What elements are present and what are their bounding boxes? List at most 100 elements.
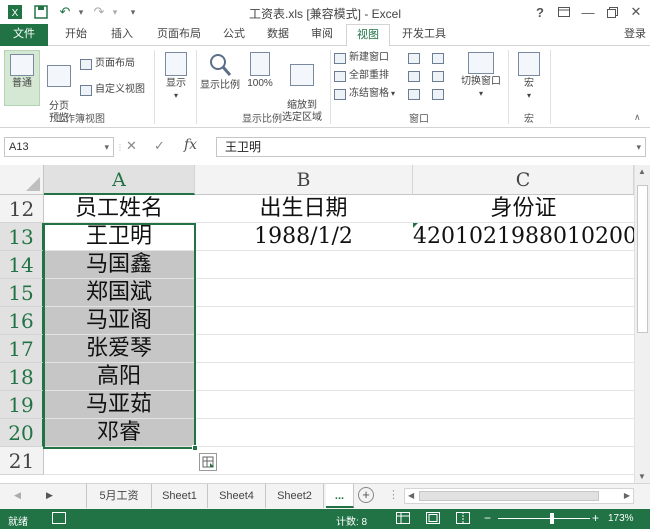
custom-views-button[interactable]: 自定义视图 bbox=[80, 82, 145, 98]
zoom-selection-button[interactable]: 缩放到 选定区域 bbox=[278, 50, 326, 123]
hide-button[interactable] bbox=[408, 68, 423, 84]
zoom-button[interactable]: 显示比例 bbox=[198, 50, 242, 106]
tab-formulas[interactable]: 公式 bbox=[214, 24, 254, 46]
page-break-preview-button[interactable]: 分页 预览 bbox=[42, 50, 76, 124]
cell-a[interactable]: 高阳 bbox=[44, 363, 194, 391]
cell-b[interactable] bbox=[195, 335, 412, 363]
freeze-panes-button[interactable]: 冻结窗格 ▾ bbox=[334, 86, 395, 102]
tab-insert[interactable]: 插入 bbox=[102, 24, 142, 46]
tab-developer[interactable]: 开发工具 bbox=[396, 24, 452, 46]
reset-position-button[interactable] bbox=[432, 86, 447, 102]
cell-c[interactable] bbox=[413, 279, 634, 307]
row-header[interactable]: 12 bbox=[0, 195, 44, 223]
macros-button[interactable]: 宏 ▾ bbox=[512, 50, 546, 106]
quick-analysis-button[interactable] bbox=[199, 453, 217, 471]
cell-c[interactable]: 420102198801020017 bbox=[413, 223, 634, 251]
page-layout-view-button[interactable]: 页面布局 bbox=[80, 56, 135, 72]
cell-b[interactable] bbox=[195, 307, 412, 335]
cell-c[interactable] bbox=[413, 335, 634, 363]
row-header[interactable]: 15 bbox=[0, 279, 44, 307]
cell-b[interactable] bbox=[195, 419, 412, 447]
enter-icon[interactable]: ✓ bbox=[154, 138, 165, 154]
collapse-ribbon-icon[interactable]: ∧ bbox=[634, 112, 641, 123]
vertical-scrollbar[interactable]: ▲ ▼ bbox=[634, 165, 650, 483]
tab-review[interactable]: 审阅 bbox=[302, 24, 342, 46]
tab-view[interactable]: 视图 bbox=[346, 24, 390, 47]
expand-formula-icon[interactable]: ▾ bbox=[636, 138, 641, 156]
vertical-scroll-thumb[interactable] bbox=[637, 185, 648, 333]
row-header[interactable]: 17 bbox=[0, 335, 44, 363]
cell-c[interactable] bbox=[413, 419, 634, 447]
cell-b[interactable] bbox=[195, 391, 412, 419]
cell-a[interactable]: 员工姓名 bbox=[44, 195, 194, 223]
row-header[interactable]: 16 bbox=[0, 307, 44, 335]
row-header[interactable]: 21 bbox=[0, 447, 44, 475]
insert-function-button[interactable]: fx bbox=[184, 137, 197, 153]
help-button[interactable]: ? bbox=[530, 2, 550, 22]
close-button[interactable]: ✕ bbox=[626, 2, 646, 22]
cell-b[interactable] bbox=[195, 363, 412, 391]
cell-a[interactable]: 郑国斌 bbox=[44, 279, 194, 307]
cancel-icon[interactable]: ✕ bbox=[126, 138, 137, 154]
normal-view-button[interactable]: 普通 bbox=[4, 50, 40, 106]
select-all-button[interactable] bbox=[0, 165, 44, 195]
cell-b[interactable] bbox=[195, 251, 412, 279]
formula-input[interactable]: 王卫明 ▾ bbox=[216, 137, 646, 157]
page-layout-mode-icon[interactable] bbox=[426, 512, 440, 527]
zoom-100-button[interactable]: 100% bbox=[244, 50, 276, 106]
horizontal-scroll-thumb[interactable] bbox=[419, 491, 599, 501]
scroll-down-icon[interactable]: ▼ bbox=[638, 472, 646, 481]
column-header-b[interactable]: B bbox=[195, 165, 413, 195]
zoom-slider-track[interactable] bbox=[498, 518, 590, 519]
new-window-button[interactable]: 新建窗口 bbox=[334, 50, 389, 66]
cell-c[interactable] bbox=[413, 391, 634, 419]
scroll-up-icon[interactable]: ▲ bbox=[638, 167, 646, 176]
normal-layout-icon[interactable] bbox=[396, 512, 410, 527]
error-indicator-icon[interactable] bbox=[413, 223, 418, 228]
cell-c[interactable]: 身份证 bbox=[413, 195, 634, 223]
cell-a[interactable] bbox=[44, 447, 194, 475]
scroll-left-icon[interactable]: ◀ bbox=[408, 491, 414, 500]
tab-page-layout[interactable]: 页面布局 bbox=[150, 24, 208, 46]
prev-sheet-icon[interactable]: ◀ bbox=[14, 490, 21, 501]
tab-file[interactable]: 文件 bbox=[0, 24, 48, 46]
sheet-tab-sheet4[interactable]: Sheet4 bbox=[208, 484, 266, 508]
tab-home[interactable]: 开始 bbox=[56, 24, 96, 46]
cell-b[interactable]: 出生日期 bbox=[195, 195, 412, 223]
show-button[interactable]: 显示 ▾ bbox=[158, 50, 194, 106]
login-link[interactable]: 登录 bbox=[620, 24, 650, 46]
sheet-tab-sheet2[interactable]: Sheet2 bbox=[266, 484, 324, 508]
cell-a[interactable]: 邓睿 bbox=[44, 419, 194, 447]
sync-scroll-button[interactable] bbox=[432, 68, 447, 84]
row-header[interactable]: 18 bbox=[0, 363, 44, 391]
side-by-side-button[interactable] bbox=[432, 50, 447, 66]
cell-c[interactable] bbox=[413, 307, 634, 335]
page-break-mode-icon[interactable] bbox=[456, 512, 470, 527]
cell-b[interactable] bbox=[195, 447, 412, 475]
cell-c[interactable] bbox=[413, 447, 634, 475]
cell-c[interactable] bbox=[413, 251, 634, 279]
tab-split-icon[interactable]: ⋮ bbox=[388, 488, 399, 501]
cell-b[interactable] bbox=[195, 279, 412, 307]
fill-handle[interactable] bbox=[192, 445, 198, 451]
next-sheet-icon[interactable]: ▶ bbox=[46, 490, 53, 501]
split-button[interactable] bbox=[408, 50, 423, 66]
cell-a[interactable]: 马亚茹 bbox=[44, 391, 194, 419]
sheet-tab-more[interactable]: ... bbox=[326, 484, 354, 508]
switch-windows-button[interactable]: 切换窗口 ▾ bbox=[456, 50, 506, 106]
ribbon-display-icon[interactable] bbox=[554, 2, 574, 22]
sheet-tab-may-salary[interactable]: 5月工资 bbox=[86, 484, 152, 508]
cell-c[interactable] bbox=[413, 363, 634, 391]
name-box-dropdown-icon[interactable]: ▾ bbox=[104, 138, 109, 156]
name-box[interactable]: A13 ▾ bbox=[4, 137, 114, 157]
column-header-c[interactable]: C bbox=[413, 165, 634, 195]
new-sheet-button[interactable]: + bbox=[358, 487, 374, 503]
row-header[interactable]: 13 bbox=[0, 223, 44, 251]
zoom-in-button[interactable]: + bbox=[592, 511, 599, 525]
row-header[interactable]: 14 bbox=[0, 251, 44, 279]
sheet-tab-sheet1[interactable]: Sheet1 bbox=[152, 484, 208, 508]
zoom-out-button[interactable]: − bbox=[484, 511, 491, 525]
zoom-level[interactable]: 173% bbox=[608, 513, 634, 524]
cell-b[interactable]: 1988/1/2 bbox=[195, 223, 412, 251]
worksheet-grid[interactable]: A B C 12 员工姓名 出生日期 身份证 13 王卫明 1988/1/2 42010219… bbox=[0, 165, 634, 483]
